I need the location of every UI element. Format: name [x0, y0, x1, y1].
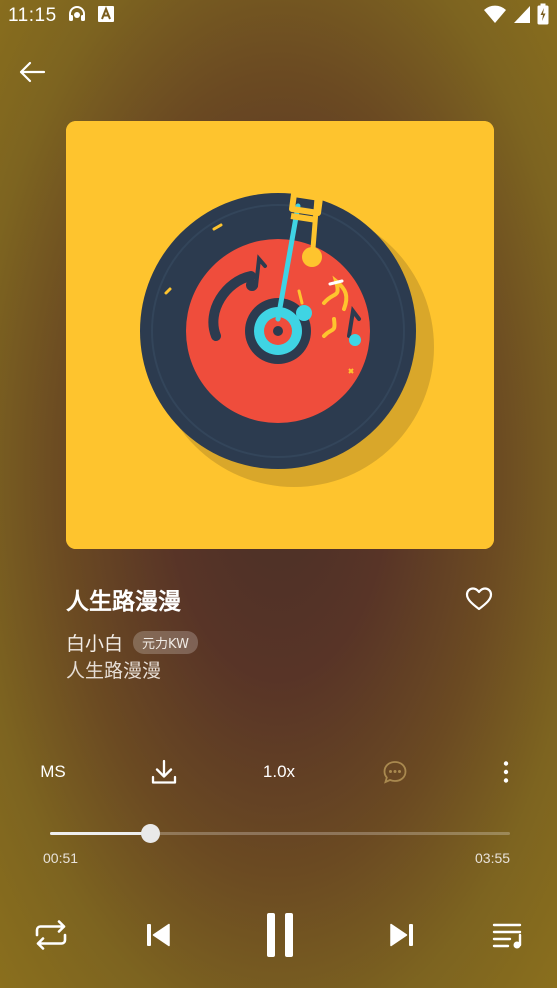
progress-fill [50, 832, 150, 835]
playlist-button[interactable] [488, 917, 528, 953]
repeat-icon [35, 920, 67, 950]
status-time: 11:15 [8, 5, 57, 26]
artist-name[interactable]: 白小白 [66, 629, 123, 656]
current-time: 00:51 [43, 850, 79, 866]
more-vertical-icon [503, 761, 509, 783]
comment-icon [383, 761, 407, 784]
download-button[interactable] [144, 752, 184, 792]
download-icon [151, 759, 177, 784]
more-options-button[interactable] [494, 752, 518, 792]
battery-charging-icon [537, 3, 549, 29]
source-badge: 元力KW [133, 631, 198, 654]
skip-previous-icon [147, 923, 170, 947]
heart-outline-icon [465, 587, 493, 611]
comment-button[interactable] [377, 752, 413, 792]
arrow-left-icon [19, 61, 46, 83]
playlist-icon [492, 923, 522, 949]
signal-icon [513, 4, 531, 28]
total-time: 03:55 [475, 850, 511, 866]
font-a-notification-icon [97, 5, 115, 27]
repeat-button[interactable] [29, 917, 73, 953]
action-row: MS 1.0x [0, 752, 557, 792]
pause-button[interactable] [258, 909, 302, 961]
artist-row: 白小白 元力KW [66, 629, 198, 656]
speed-button[interactable]: 1.0x [252, 752, 306, 792]
next-button[interactable] [384, 919, 420, 951]
album-name[interactable]: 人生路漫漫 [66, 656, 161, 683]
wifi-icon [483, 4, 507, 28]
previous-button[interactable] [140, 919, 176, 951]
progress-track[interactable] [50, 824, 510, 843]
status-bar: 11:15 [0, 0, 557, 32]
quality-button[interactable]: MS [28, 752, 78, 792]
song-title: 人生路漫漫 [66, 589, 181, 615]
vinyl-record-artwork [66, 121, 494, 549]
headset-notification-icon [67, 4, 87, 28]
skip-next-icon [390, 923, 413, 947]
back-button[interactable] [14, 56, 50, 88]
progress-thumb[interactable] [140, 824, 160, 843]
pause-icon [267, 913, 293, 957]
album-cover [66, 121, 494, 549]
favorite-button[interactable] [463, 584, 495, 614]
playback-controls [0, 905, 557, 965]
